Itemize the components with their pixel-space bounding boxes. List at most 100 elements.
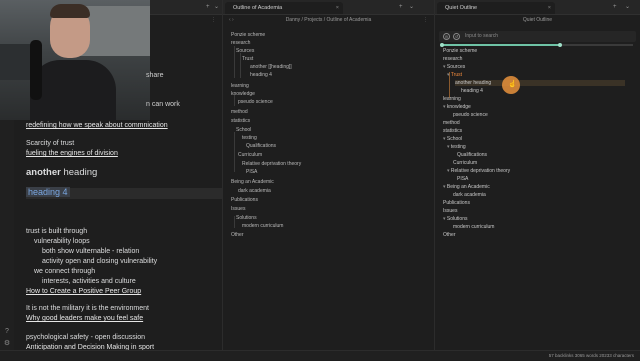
quiet-item[interactable]: ▾ Solutions	[443, 216, 467, 222]
outline-pane: Outline of Academia × + ⌄ ‹ › Danny / Pr…	[223, 0, 435, 360]
slider-handle[interactable]	[558, 43, 563, 47]
search-bar[interactable]: ◎ ↺ Input to search	[439, 31, 636, 42]
outline-item[interactable]: dark academia	[238, 188, 271, 194]
quiet-item[interactable]: ▾ Sources	[443, 64, 465, 70]
quiet-item[interactable]: method	[443, 120, 460, 126]
outline-item[interactable]: Relative deprivation theory	[242, 161, 301, 167]
quiet-item-hovered[interactable]: another heading	[455, 80, 625, 86]
webcam-overlay	[0, 0, 150, 120]
tab-quiet-outline[interactable]: Quiet Outline ×	[437, 2, 555, 14]
quiet-item[interactable]: Curriculum	[453, 160, 477, 166]
quiet-item[interactable]: learning	[443, 96, 461, 102]
outline-item[interactable]: knowledge	[231, 91, 255, 97]
quiet-item[interactable]: ▾ testing	[447, 144, 466, 150]
quiet-item[interactable]: ▾ Being an Academic	[443, 184, 490, 190]
outline-item[interactable]: Curriculum	[238, 152, 262, 158]
more-icon[interactable]: ⋮	[211, 15, 216, 25]
quiet-item[interactable]: Issues	[443, 208, 457, 214]
indent-guide	[234, 132, 235, 172]
help-icon[interactable]: ?	[3, 328, 11, 336]
tab-outline-of-academia[interactable]: Outline of Academia ×	[225, 2, 343, 14]
outline-item[interactable]: Publications	[231, 197, 258, 203]
outline-item[interactable]: testing	[242, 135, 257, 141]
quiet-item[interactable]: modern curriculum	[453, 224, 494, 230]
settings-icon[interactable]: ⚙	[3, 340, 11, 348]
outline-breadcrumb: ‹ › Danny / Projects / Outline of Academ…	[223, 15, 434, 25]
quiet-item[interactable]: dark academia	[453, 192, 486, 198]
quiet-item-active[interactable]: ▾ Trust	[447, 72, 462, 78]
quiet-item[interactable]: ▾ knowledge	[443, 104, 471, 110]
outline-item[interactable]: pseudo science	[238, 99, 273, 105]
outline-item[interactable]: Qualifications	[246, 143, 276, 149]
quiet-item[interactable]: research	[443, 56, 462, 62]
note-line: It is not the military it is the environ…	[26, 305, 149, 312]
outline-item[interactable]: method	[231, 109, 248, 115]
chevron-down-icon[interactable]: ⌄	[214, 2, 219, 12]
selected-heading[interactable]: heading 4	[26, 187, 70, 197]
outline-item[interactable]: Issues	[231, 206, 245, 212]
close-icon[interactable]: ×	[548, 2, 551, 14]
note-line: activity open and closing vulnerability	[42, 258, 158, 265]
outline-item[interactable]: Other	[231, 232, 244, 238]
outline-item[interactable]: learning	[231, 83, 249, 89]
outline-item[interactable]: another [[heading]]	[250, 64, 292, 70]
note-line: we connect through	[34, 268, 96, 275]
quiet-item[interactable]: Qualifications	[457, 152, 487, 158]
note-link[interactable]: Why good leaders make you feel safe	[26, 315, 143, 322]
pane-title: Quiet Outline	[522, 17, 553, 23]
heading-bold-word: another	[26, 167, 61, 178]
quiet-item[interactable]: heading 4	[461, 88, 483, 94]
quiet-item[interactable]: Ponzie scheme	[443, 48, 477, 54]
note-link[interactable]: redefining how we speak about commnicati…	[26, 122, 168, 129]
person-hair	[50, 4, 90, 18]
level-slider[interactable]	[440, 43, 633, 47]
note-heading: another heading	[26, 167, 97, 178]
nav-arrows-icon[interactable]: ‹ ›	[229, 15, 234, 25]
quiet-item-label: School	[446, 136, 463, 142]
search-input[interactable]: Input to search	[465, 31, 498, 42]
close-icon[interactable]: ×	[336, 2, 339, 14]
quiet-item[interactable]: ▾ Relative deprivation theory	[447, 168, 510, 174]
outline-item[interactable]: Solutions	[236, 215, 257, 221]
note-link[interactable]: How to Create a Positive Peer Group	[26, 288, 141, 295]
quiet-item-label: Sources	[446, 64, 466, 70]
chevron-down-icon[interactable]: ⌄	[625, 2, 630, 12]
quiet-item[interactable]: Publications	[443, 200, 470, 206]
outline-item[interactable]: modern curriculum	[242, 223, 283, 229]
outline-item[interactable]: Being an Academic	[231, 179, 274, 185]
quiet-item[interactable]: ▾ School	[443, 136, 462, 142]
indent-guide	[234, 216, 235, 228]
quiet-item-label: testing	[450, 144, 466, 150]
note-link[interactable]: fueling the engines of division	[26, 150, 118, 157]
partial-text: share	[146, 72, 164, 79]
note-line: trust is built through	[26, 228, 88, 235]
slider-fill	[441, 44, 561, 46]
outline-item[interactable]: Ponzie scheme	[231, 32, 265, 38]
outline-item[interactable]: Trust	[242, 56, 253, 62]
reset-icon[interactable]: ↺	[453, 33, 460, 40]
quiet-item[interactable]: pseudo science	[453, 112, 488, 118]
outline-item[interactable]: heading 4	[250, 72, 272, 78]
outline-item[interactable]: PISA	[246, 169, 257, 175]
search-icon[interactable]: ◎	[443, 33, 450, 40]
note-line: both show vulternable - relation	[42, 248, 140, 255]
outline-item[interactable]: School	[236, 127, 251, 133]
chevron-down-icon[interactable]: ⌄	[409, 2, 414, 12]
plus-icon[interactable]: +	[399, 2, 403, 12]
plus-icon[interactable]: +	[613, 2, 617, 12]
status-text: 57 backlinks 3065 words 20233 characters	[548, 353, 634, 358]
quiet-item[interactable]: statistics	[443, 128, 462, 134]
outline-tabbar: Outline of Academia × + ⌄	[223, 0, 434, 15]
pointer-icon: ☝	[508, 81, 517, 88]
plus-icon[interactable]: +	[206, 2, 210, 12]
outline-item[interactable]: statistics	[231, 118, 250, 124]
quiet-item-label: Solutions	[446, 216, 468, 222]
outline-item[interactable]: Sources	[236, 48, 254, 54]
indent-guide	[240, 53, 241, 78]
quiet-item[interactable]: Other	[443, 232, 456, 238]
partial-text: n can work	[146, 101, 180, 108]
quiet-item[interactable]: PISA	[457, 176, 468, 182]
slider-stop[interactable]	[440, 43, 444, 47]
outline-item[interactable]: research	[231, 40, 250, 46]
more-icon[interactable]: ⋮	[423, 15, 428, 25]
